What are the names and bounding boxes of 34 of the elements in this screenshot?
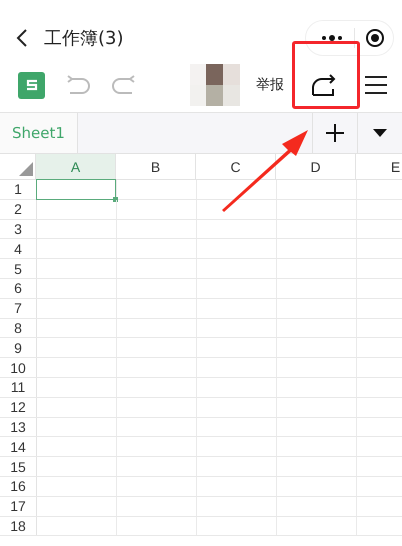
column-header[interactable]: E xyxy=(356,154,402,179)
triangle-down-icon xyxy=(373,128,387,138)
back-icon[interactable] xyxy=(16,28,28,48)
column-header[interactable]: B xyxy=(116,154,196,179)
selected-cell[interactable] xyxy=(36,179,116,200)
app-logo-icon[interactable] xyxy=(18,72,45,98)
row-header[interactable]: 10 xyxy=(0,358,37,377)
row-header[interactable]: 14 xyxy=(0,437,37,456)
more-icon[interactable] xyxy=(320,33,344,43)
row-header[interactable]: 1 xyxy=(0,180,37,199)
plus-icon xyxy=(326,124,344,142)
row-header[interactable]: 4 xyxy=(0,239,37,258)
row-header[interactable]: 18 xyxy=(0,516,37,536)
row-header[interactable]: 15 xyxy=(0,457,37,476)
row-header[interactable]: 2 xyxy=(0,200,37,219)
window-title: 工作簿(3) xyxy=(44,27,124,50)
row-header[interactable]: 7 xyxy=(0,298,37,318)
share-icon[interactable] xyxy=(311,73,337,97)
row-header[interactable]: 9 xyxy=(0,338,37,358)
menu-icon[interactable] xyxy=(364,75,388,95)
row-header[interactable]: 3 xyxy=(0,220,37,238)
row-header[interactable]: 5 xyxy=(0,259,37,278)
column-header[interactable]: A xyxy=(36,154,116,179)
report-link[interactable]: 举报 xyxy=(256,76,284,94)
row-header[interactable]: 16 xyxy=(0,476,37,496)
close-icon[interactable] xyxy=(365,28,385,48)
row-header[interactable]: 13 xyxy=(0,418,37,436)
row-header[interactable]: 6 xyxy=(0,278,37,298)
row-header[interactable]: 8 xyxy=(0,318,37,338)
highlight-frame xyxy=(292,41,360,109)
row-header[interactable]: 11 xyxy=(0,378,37,397)
row-header[interactable]: 12 xyxy=(0,398,37,417)
select-all-icon[interactable] xyxy=(19,162,33,176)
row-header[interactable]: 17 xyxy=(0,496,37,516)
